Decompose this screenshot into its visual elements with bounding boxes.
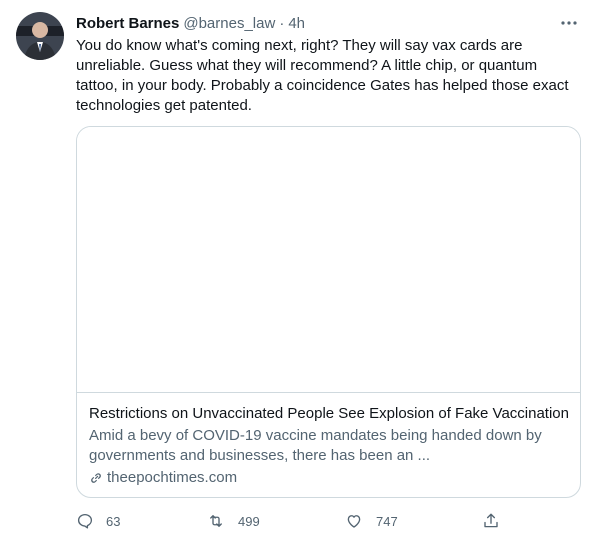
avatar[interactable] (16, 12, 64, 60)
more-horizontal-icon (561, 21, 577, 25)
author-name[interactable]: Robert Barnes (76, 15, 179, 32)
reply-icon (77, 513, 93, 529)
avatar-image (16, 12, 64, 60)
more-options-button[interactable] (556, 12, 582, 34)
heart-icon (347, 515, 361, 528)
card-body: Restrictions on Unvaccinated People See … (89, 404, 568, 488)
tweet-time[interactable]: 4h (288, 15, 305, 32)
share-icon (484, 513, 498, 528)
retweet-count: 499 (238, 513, 260, 529)
retweet-icon (210, 515, 222, 527)
card-title: Restrictions on Unvaccinated People See … (89, 405, 568, 422)
share-button[interactable] (482, 512, 500, 530)
tweet-text: You do know what's coming next, right? T… (76, 37, 569, 114)
card-image (77, 127, 580, 393)
author-handle[interactable]: @barnes_law (183, 15, 275, 32)
tweet-header: Robert Barnes @barnes_law · 4h (76, 13, 582, 33)
separator: · (279, 14, 285, 32)
like-button[interactable]: 747 (344, 512, 398, 530)
tweet-actions: 63 499 747 (76, 512, 582, 534)
reply-count: 63 (106, 513, 121, 529)
link-icon (91, 473, 101, 483)
reply-button[interactable]: 63 (76, 512, 120, 530)
retweet-button[interactable]: 499 (206, 512, 260, 530)
like-count: 747 (376, 513, 398, 529)
link-card[interactable]: Restrictions on Unvaccinated People See … (76, 126, 581, 498)
card-domain: theepochtimes.com (89, 468, 568, 488)
card-description: Amid a bevy of COVID-19 vaccine mandates… (89, 427, 542, 464)
card-domain-text: theepochtimes.com (107, 469, 238, 486)
